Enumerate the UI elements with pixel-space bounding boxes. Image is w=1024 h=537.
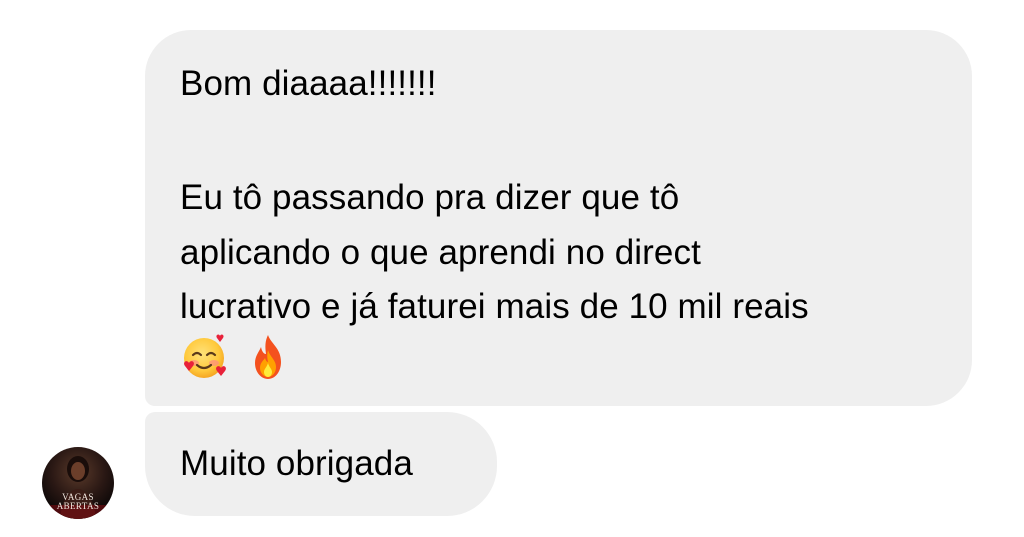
smiling-face-with-hearts-icon bbox=[184, 334, 226, 378]
message-bubble-2[interactable]: Muito obrigada bbox=[145, 412, 497, 516]
emoji-row bbox=[179, 330, 293, 384]
message-text-line-4: lucrativo e já faturei mais de 10 mil re… bbox=[180, 287, 809, 326]
message-text-line-3: aplicando o que aprendi no direct bbox=[180, 233, 701, 272]
message-bubble-1[interactable]: Bom diaaaa!!!!!!! Eu tô passando pra diz… bbox=[145, 30, 972, 406]
message-text-line-1: Bom diaaaa!!!!!!! bbox=[180, 64, 437, 103]
avatar[interactable]: VAGAS ABERTAS bbox=[42, 447, 114, 519]
message-text: Muito obrigada bbox=[180, 444, 413, 483]
message-text-line-2: Eu tô passando pra dizer que tô bbox=[180, 178, 680, 217]
fire-icon bbox=[255, 335, 281, 379]
avatar-text-line-2: ABERTAS bbox=[56, 501, 100, 511]
